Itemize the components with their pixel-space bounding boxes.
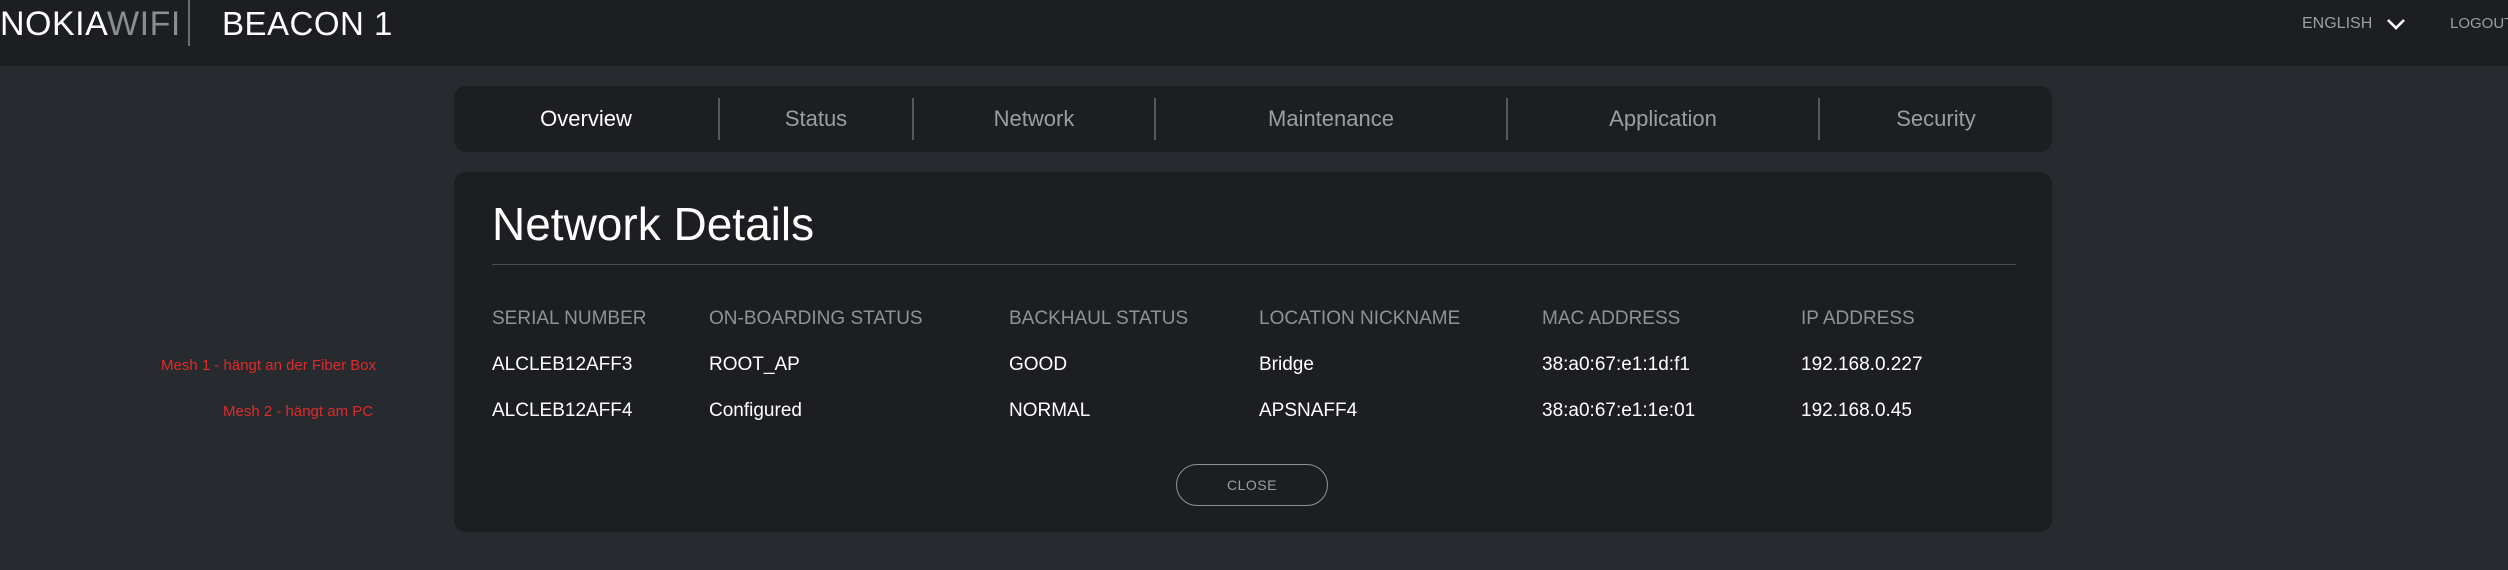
cell-ip-address: 192.168.0.227 bbox=[1801, 354, 1923, 375]
close-button[interactable]: CLOSE bbox=[1176, 464, 1328, 506]
title-divider bbox=[492, 264, 2016, 265]
top-bar: NOKIAWIFI BEACON 1 ENGLISH LOGOUT bbox=[0, 0, 2508, 66]
column-header-location-nickname: LOCATION NICKNAME bbox=[1259, 308, 1461, 329]
column-header-onboarding-status: ON-BOARDING STATUS bbox=[709, 308, 923, 329]
cell-ip-address: 192.168.0.45 bbox=[1801, 400, 1912, 421]
cell-onboarding-status: ROOT_AP bbox=[709, 354, 800, 375]
main-nav-tabs: Overview Status Network Maintenance Appl… bbox=[454, 86, 2052, 152]
chevron-down-icon[interactable] bbox=[2384, 12, 2408, 36]
tab-application[interactable]: Application bbox=[1508, 86, 1818, 152]
nokia-wifi-logo: NOKIAWIFI bbox=[0, 4, 181, 44]
tab-security[interactable]: Security bbox=[1820, 86, 2052, 152]
cell-mac-address: 38:a0:67:e1:1e:01 bbox=[1542, 400, 1696, 421]
cell-backhaul-status: NORMAL bbox=[1009, 400, 1091, 421]
tab-overview[interactable]: Overview bbox=[454, 86, 718, 152]
language-selector[interactable]: ENGLISH bbox=[2302, 12, 2372, 36]
cell-location-nickname: Bridge bbox=[1259, 354, 1314, 375]
annotation-mesh-2: Mesh 2 - hängt am PC bbox=[223, 403, 374, 420]
column-header-serial-number: SERIAL NUMBER bbox=[492, 308, 647, 329]
cell-mac-address: 38:a0:67:e1:1d:f1 bbox=[1542, 354, 1690, 375]
logo-wifi: WIFI bbox=[107, 5, 181, 43]
cell-location-nickname: APSNAFF4 bbox=[1259, 400, 1358, 421]
header-divider bbox=[188, 0, 190, 46]
cell-backhaul-status: GOOD bbox=[1009, 354, 1068, 375]
network-details-panel: Network Details SERIAL NUMBER ON-BOARDIN… bbox=[454, 172, 2052, 532]
cell-serial-number: ALCLEB12AFF3 bbox=[492, 354, 633, 375]
column-header-backhaul-status: BACKHAUL STATUS bbox=[1009, 308, 1189, 329]
device-title: BEACON 1 bbox=[222, 5, 393, 42]
logout-link[interactable]: LOGOUT bbox=[2450, 12, 2508, 36]
tab-network[interactable]: Network bbox=[914, 86, 1154, 152]
tab-maintenance[interactable]: Maintenance bbox=[1156, 86, 1506, 152]
panel-title: Network Details bbox=[492, 198, 815, 250]
logo-nokia: NOKIA bbox=[0, 5, 108, 43]
tab-status[interactable]: Status bbox=[720, 86, 912, 152]
annotation-mesh-1: Mesh 1 - hängt an der Fiber Box bbox=[161, 357, 377, 374]
cell-serial-number: ALCLEB12AFF4 bbox=[492, 400, 633, 421]
column-header-mac-address: MAC ADDRESS bbox=[1542, 308, 1681, 329]
cell-onboarding-status: Configured bbox=[709, 400, 802, 421]
column-header-ip-address: IP ADDRESS bbox=[1801, 308, 1915, 329]
